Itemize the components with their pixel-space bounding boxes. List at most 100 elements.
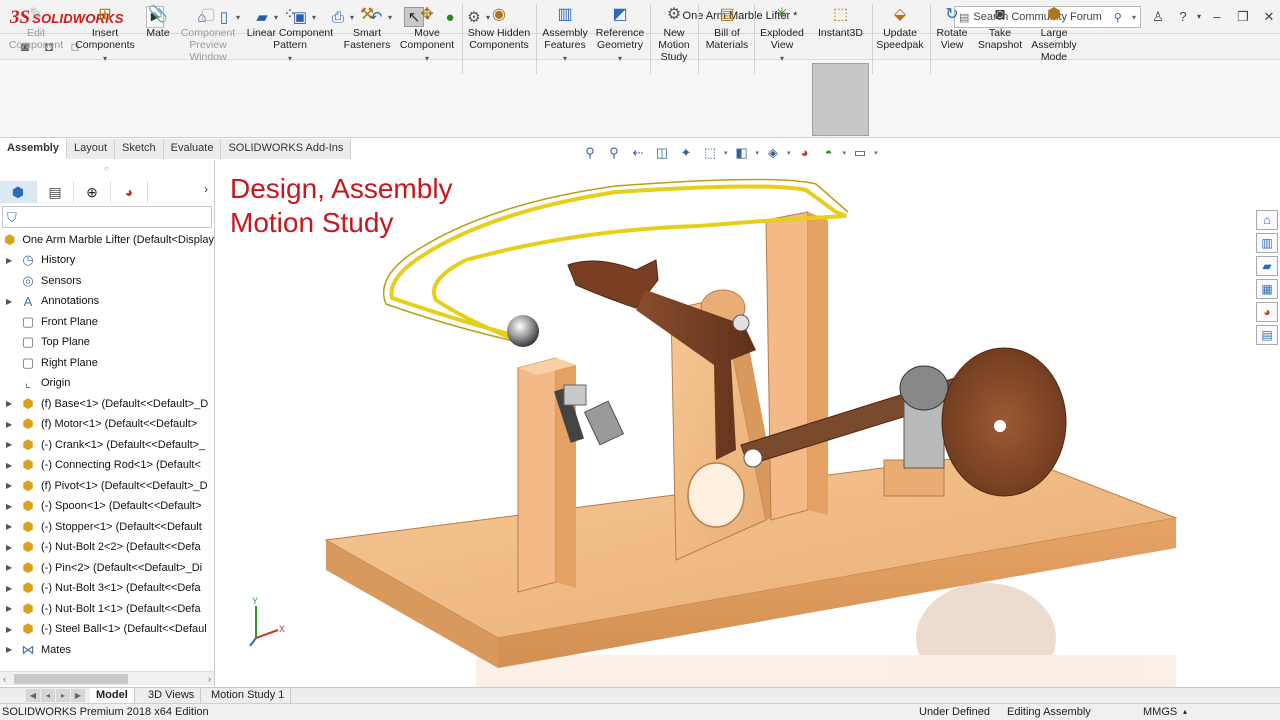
tab-sketch[interactable]: Sketch [115,139,164,159]
panel-grip-icon[interactable]: ○ [104,164,109,173]
view-settings-dropdown-icon[interactable]: ▾ [874,149,878,157]
tree-item[interactable]: ▢ Front Plane [0,312,214,332]
tree-item[interactable]: ▢ Top Plane [0,332,214,352]
expand-arrow-icon[interactable]: ▶ [6,461,16,470]
mate-button[interactable]: 📎 Mate [143,4,173,40]
tree-item[interactable]: ▶ ⬢ (f) Pivot<1> (Default<<Default>_D [0,476,214,496]
appearances-icon[interactable]: ◕ [1256,302,1278,322]
minimize-icon[interactable]: – [1206,7,1228,27]
close-icon[interactable]: ✕ [1258,7,1280,27]
tree-item[interactable]: ▶ ⋈ Mates [0,640,214,660]
axis-triad[interactable]: Y X [249,596,285,647]
feature-manager-tab-icon[interactable]: ⬢ [0,181,37,203]
restore-icon[interactable]: ❐ [1232,7,1254,27]
tab-evaluate[interactable]: Evaluate [163,139,222,159]
next-tab-icon[interactable]: ▸ [56,689,70,702]
search-dropdown-icon[interactable]: ▾ [1132,13,1136,22]
component-preview-window-button[interactable]: ▢ Component Preview Window [176,4,240,64]
tree-item[interactable]: ▶ ⬢ (-) Stopper<1> (Default<<Default [0,517,214,537]
edit-component-button[interactable]: ✎ Edit Component [8,4,64,52]
expand-arrow-icon[interactable]: ▶ [6,420,16,429]
tree-item[interactable]: ▶ ◷ History [0,250,214,270]
tab-motion-study-1[interactable]: Motion Study 1 [205,688,292,703]
expand-arrow-icon[interactable]: ▶ [6,297,16,306]
apply-scene-dropdown-icon[interactable]: ▾ [843,149,847,157]
expand-arrow-icon[interactable]: ▶ [6,625,16,634]
expand-arrow-icon[interactable]: ▶ [6,481,16,490]
tab-solidworks-add-ins[interactable]: SOLIDWORKS Add-Ins [221,139,352,159]
expand-arrow-icon[interactable]: ▶ [6,522,16,531]
expand-arrow-icon[interactable]: ▶ [6,399,16,408]
expand-arrow-icon[interactable]: ▶ [6,440,16,449]
scroll-right-icon[interactable]: › [208,672,211,686]
instant3d-button[interactable]: ⬚ Instant3D [813,4,868,40]
configuration-manager-tab-icon[interactable]: ⊕ [74,181,111,203]
move-component-dropdown-icon[interactable]: ▾ [425,53,429,65]
insert-components-button[interactable]: ⊞ Insert Components ▾ [72,4,138,65]
motor[interactable] [883,365,949,497]
tree-item[interactable]: ▶ ⬢ (-) Spoon<1> (Default<<Default> [0,496,214,516]
tree-item[interactable]: ▶ ⬢ (-) Pin<2> (Default<<Default>_Di [0,558,214,578]
expand-arrow-icon[interactable]: ▶ [6,645,16,654]
tree-item[interactable]: ▶ ⬢ (-) Steel Ball<1> (Default<<Defaul [0,619,214,639]
large-assembly-mode-button[interactable]: ⬢ Large Assembly Mode [1028,4,1080,64]
status-units[interactable]: MMGS [1143,704,1177,720]
tree-item[interactable]: ▢ Right Plane [0,353,214,373]
linear-pattern-dropdown-icon[interactable]: ▾ [288,53,292,65]
reference-geometry-button[interactable]: ◩ Reference Geometry ▾ [594,4,646,65]
bill-of-materials-button[interactable]: ▤ Bill of Materials [702,4,752,52]
more-tabs-icon[interactable]: › [204,182,208,196]
exploded-view-button[interactable]: ✳ Exploded View ▾ [756,4,808,65]
tree-root[interactable]: ⬢ One Arm Marble Lifter (Default<Display [0,230,214,250]
insert-components-dropdown-icon[interactable]: ▾ [103,53,107,65]
units-dropdown-icon[interactable]: ▴ [1183,704,1187,720]
tab-layout[interactable]: Layout [66,139,116,159]
scroll-thumb[interactable] [14,674,128,684]
view-orientation-dropdown-icon[interactable]: ▾ [724,149,728,157]
take-snapshot-button[interactable]: ◙ Take Snapshot [976,4,1024,52]
scroll-left-icon[interactable]: ‹ [3,672,6,686]
tree-item[interactable]: ▶ ⬢ (-) Crank<1> (Default<<Default>_ [0,435,214,455]
right-post[interactable] [765,211,828,521]
crank-wheel[interactable] [941,347,1067,497]
show-hidden-components-button[interactable]: ◉ Show Hidden Components [466,4,532,52]
tree-item[interactable]: ▶ ⬢ (-) Nut-Bolt 2<2> (Default<<Defa [0,537,214,557]
user-icon[interactable]: ♙ [1147,7,1169,27]
tree-item[interactable]: ▶ ⬢ (-) Connecting Rod<1> (Default< [0,455,214,475]
move-component-button[interactable]: ✥ Move Component ▾ [396,4,458,65]
smart-fasteners-button[interactable]: ⚒ Smart Fasteners [342,4,392,52]
update-speedpak-button[interactable]: ⬙ Update Speedpak [874,4,926,52]
linear-pattern-button[interactable]: ⁘ Linear Component Pattern ▾ [244,4,336,65]
display-manager-tab-icon[interactable]: ◕ [111,181,148,203]
reference-geometry-dropdown-icon[interactable]: ▾ [618,53,622,65]
expand-arrow-icon[interactable]: ▶ [6,543,16,552]
last-tab-icon[interactable]: ▶ [71,689,85,702]
filter-box[interactable]: ⛉ [2,206,212,228]
expand-arrow-icon[interactable]: ▶ [6,502,16,511]
tree-item[interactable]: ▶ ⬢ (f) Motor<1> (Default<<Default> [0,414,214,434]
tab-3d-views[interactable]: 3D Views [142,688,202,703]
expand-arrow-icon[interactable]: ▶ [6,563,16,572]
custom-properties-icon[interactable]: ▤ [1256,325,1278,345]
assembly-features-button[interactable]: ▥ Assembly Features ▾ [540,4,590,65]
expand-arrow-icon[interactable]: ▶ [6,604,16,613]
expand-arrow-icon[interactable]: ▶ [6,584,16,593]
graphics-area[interactable]: Design, Assembly Motion Study Y X [216,160,1280,687]
tree-horizontal-scrollbar[interactable]: ‹ › [0,671,214,685]
new-motion-study-button[interactable]: ⚙ New Motion Study [654,4,694,64]
solidworks-resources-icon[interactable]: ⌂ [1256,210,1278,230]
file-explorer-icon[interactable]: ▰ [1256,256,1278,276]
assembly-features-dropdown-icon[interactable]: ▾ [563,53,567,65]
first-tab-icon[interactable]: ◀ [26,689,40,702]
tab-assembly[interactable]: Assembly [0,139,67,159]
display-style-dropdown-icon[interactable]: ▾ [756,149,760,157]
tree-item[interactable]: ▶ ⬢ (-) Nut-Bolt 1<1> (Default<<Defa [0,599,214,619]
search-icon[interactable]: ⚲ [1114,11,1122,24]
design-library-icon[interactable]: ▥ [1256,233,1278,253]
tree-item[interactable]: ▶ A Annotations [0,291,214,311]
steel-ball[interactable] [507,315,539,347]
assembly-model[interactable]: Y X [216,160,1280,687]
tree-item[interactable]: ▶ ⬢ (f) Base<1> (Default<<Default>_D [0,394,214,414]
tree-item[interactable]: ▶ ⬢ (-) Nut-Bolt 3<1> (Default<<Defa [0,578,214,598]
tree-item[interactable]: ⌞ Origin [0,373,214,393]
